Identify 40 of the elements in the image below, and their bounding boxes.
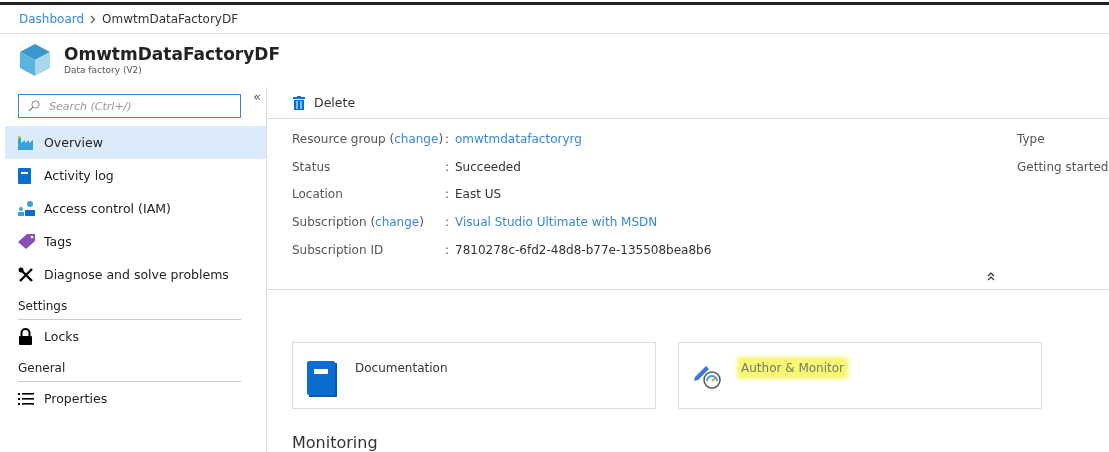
- sidebar-item[interactable]: Overview: [5, 126, 266, 159]
- field-value: Getting started: [1017, 160, 1109, 174]
- resource-type: Data factory (V2): [64, 65, 143, 75]
- sidebar-item[interactable]: Properties: [5, 382, 266, 415]
- value-link[interactable]: Visual Studio Ultimate with MSDN: [455, 214, 658, 229]
- delete-button[interactable]: Delete: [293, 95, 356, 110]
- breadcrumb-link[interactable]: Dashboard: [19, 12, 85, 26]
- tile-label: Documentation: [355, 361, 448, 376]
- sidebar-item[interactable]: Tags: [5, 225, 266, 258]
- field-value: Succeeded: [455, 159, 521, 174]
- breadcrumb-item: OmwtmDataFactoryDF: [102, 12, 239, 26]
- sidebar-item[interactable]: Activity log: [5, 159, 266, 192]
- sidebar-item[interactable]: Locks: [5, 320, 266, 353]
- separator-text: :: [445, 131, 451, 146]
- separator-text: :: [445, 214, 451, 229]
- separator-text: :: [445, 159, 451, 174]
- field-value: East US: [455, 187, 502, 202]
- field-label: Location: [292, 187, 344, 202]
- search-field[interactable]: Search (Ctrl+/): [18, 94, 241, 118]
- link-tile[interactable]: Author & Monitor: [678, 342, 1042, 410]
- field-label: Subscription (change): [292, 214, 425, 229]
- field-label: Type: [1017, 132, 1046, 148]
- section-header: General: [18, 361, 241, 382]
- collapse-button[interactable]: «: [253, 90, 261, 104]
- sidebar-item[interactable]: Access control (IAM): [5, 192, 266, 225]
- tile-label: Author & Monitor: [741, 361, 844, 376]
- sidebar-item[interactable]: Diagnose and solve problems: [5, 258, 266, 291]
- section-header: Settings: [18, 299, 241, 320]
- link-tile[interactable]: Documentation: [292, 342, 656, 410]
- field-value: 7810278c-6fd2-48d8-b77e-135508bea8b6: [455, 242, 712, 257]
- field-label: Status: [292, 159, 332, 174]
- field-label: Resource group (change): [292, 131, 445, 146]
- change-link[interactable]: change: [394, 131, 439, 146]
- section-title: Monitoring: [291, 432, 379, 452]
- resource-title: OmwtmDataFactoryDF: [64, 43, 281, 65]
- change-link[interactable]: change: [375, 214, 420, 229]
- separator-text: :: [445, 187, 451, 202]
- field-label: Subscription ID: [292, 242, 385, 257]
- separator-text: :: [445, 242, 451, 257]
- value-link[interactable]: omwtmdatafactoryrg: [455, 131, 582, 146]
